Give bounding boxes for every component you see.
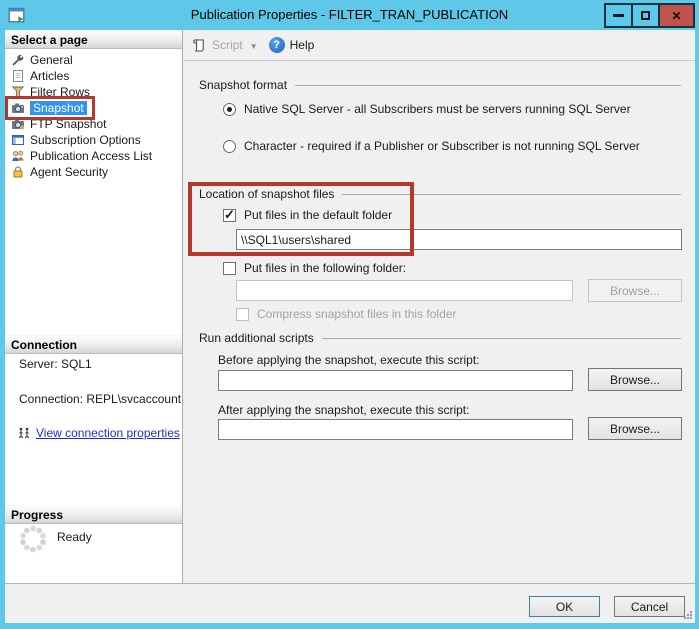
sidebar-item-label: Agent Security [30,165,108,179]
radio-unselected-icon[interactable] [223,140,236,153]
footer: OK Cancel [5,583,695,623]
minimize-button[interactable] [604,3,633,28]
sidebar-item-snapshot[interactable]: Snapshot [9,100,91,116]
minimize-icon [613,14,624,17]
group-divider [342,194,681,195]
browse-before-script-button[interactable]: Browse... [588,368,682,391]
toolbar: Script ▼ ? Help [184,30,695,61]
group-divider [322,338,681,339]
progress-header: Progress [5,505,182,524]
connection-header: Connection [5,335,182,354]
compress-option: Compress snapshot files in this folder [236,307,456,321]
before-script-label: Before applying the snapshot, execute th… [218,353,480,367]
scripts-group-title: Run additional scripts [199,331,314,345]
maximize-icon [641,11,650,20]
sidebar-item-label: FTP Snapshot [30,117,107,131]
sidebar: Select a page General Articles Filter Ro… [5,30,183,583]
following-folder-option[interactable]: Put files in the following folder: [223,261,406,275]
server-text: Server: SQL1 [19,357,92,371]
camera-ftp-icon [11,117,25,131]
checkbox-unchecked-icon[interactable] [223,262,236,275]
maximize-button[interactable] [631,3,660,28]
sidebar-item-label: General [30,53,73,67]
window-title: Publication Properties - FILTER_TRAN_PUB… [0,7,699,22]
titlebar: Publication Properties - FILTER_TRAN_PUB… [0,0,699,30]
wrench-icon [11,53,25,67]
following-folder-label: Put files in the following folder: [244,261,406,275]
camera-icon [11,101,25,115]
default-folder-option[interactable]: ✓ Put files in the default folder [223,208,392,222]
close-button[interactable]: ✕ [658,3,695,28]
character-format-label: Character - required if a Publisher or S… [244,139,640,153]
sidebar-item-filter-rows[interactable]: Filter Rows [9,84,94,100]
following-folder-path-field [236,280,573,301]
lock-icon [11,165,25,179]
people-icon [11,149,25,163]
radio-selected-icon[interactable] [223,103,236,116]
help-icon: ? [269,37,285,53]
script-button: Script [212,38,243,52]
filter-icon [11,85,25,99]
before-script-field[interactable] [218,370,573,391]
character-format-option[interactable]: Character - required if a Publisher or S… [223,139,640,153]
default-folder-path-field[interactable] [236,229,682,250]
sidebar-item-articles[interactable]: Articles [9,68,73,84]
sidebar-item-general[interactable]: General [9,52,77,68]
progress-spinner-icon [18,524,48,554]
sidebar-item-label: Articles [30,69,69,83]
connection-properties-icon [17,426,31,440]
sidebar-item-ftp-snapshot[interactable]: FTP Snapshot [9,116,111,132]
checkbox-checked-icon[interactable]: ✓ [223,209,236,222]
script-icon [192,38,207,53]
view-connection-properties-link[interactable]: View connection properties [36,426,180,440]
snapshot-page-content: Snapshot format Native SQL Server - all … [184,61,695,583]
script-dropdown-caret-icon: ▼ [250,42,258,51]
checkbox-disabled-icon [236,308,249,321]
resize-grip[interactable] [683,611,692,620]
sidebar-item-label: Subscription Options [30,133,141,147]
sidebar-item-label: Publication Access List [30,149,152,163]
cancel-button[interactable]: Cancel [614,596,685,617]
sidebar-item-publication-access-list[interactable]: Publication Access List [9,148,156,164]
group-divider [295,85,681,86]
progress-status: Ready [57,530,92,544]
sidebar-item-label: Snapshot [30,101,87,115]
close-icon: ✕ [671,9,681,23]
sidebar-item-subscription-options[interactable]: Subscription Options [9,132,145,148]
location-group-title: Location of snapshot files [199,187,334,201]
select-a-page-header: Select a page [5,30,182,49]
after-script-label: After applying the snapshot, execute thi… [218,403,469,417]
after-script-field[interactable] [218,419,573,440]
native-format-option[interactable]: Native SQL Server - all Subscribers must… [223,102,631,116]
default-folder-label: Put files in the default folder [244,208,392,222]
snapshot-format-group-title: Snapshot format [199,78,287,92]
browse-following-folder-button: Browse... [588,279,682,302]
browse-after-script-button[interactable]: Browse... [588,417,682,440]
sidebar-item-agent-security[interactable]: Agent Security [9,164,112,180]
connection-text: Connection: REPL\svcaccount [19,392,181,406]
page-list: General Articles Filter Rows Snapshot FT… [9,52,156,180]
ok-button[interactable]: OK [529,596,600,617]
native-format-label: Native SQL Server - all Subscribers must… [244,102,631,116]
document-icon [11,69,25,83]
publication-properties-dialog: Publication Properties - FILTER_TRAN_PUB… [0,0,699,629]
dialog-body: Select a page General Articles Filter Ro… [5,30,695,623]
help-button[interactable]: Help [290,38,315,52]
window-grid-icon [11,133,25,147]
compress-label: Compress snapshot files in this folder [257,307,456,321]
sidebar-item-label: Filter Rows [30,85,90,99]
